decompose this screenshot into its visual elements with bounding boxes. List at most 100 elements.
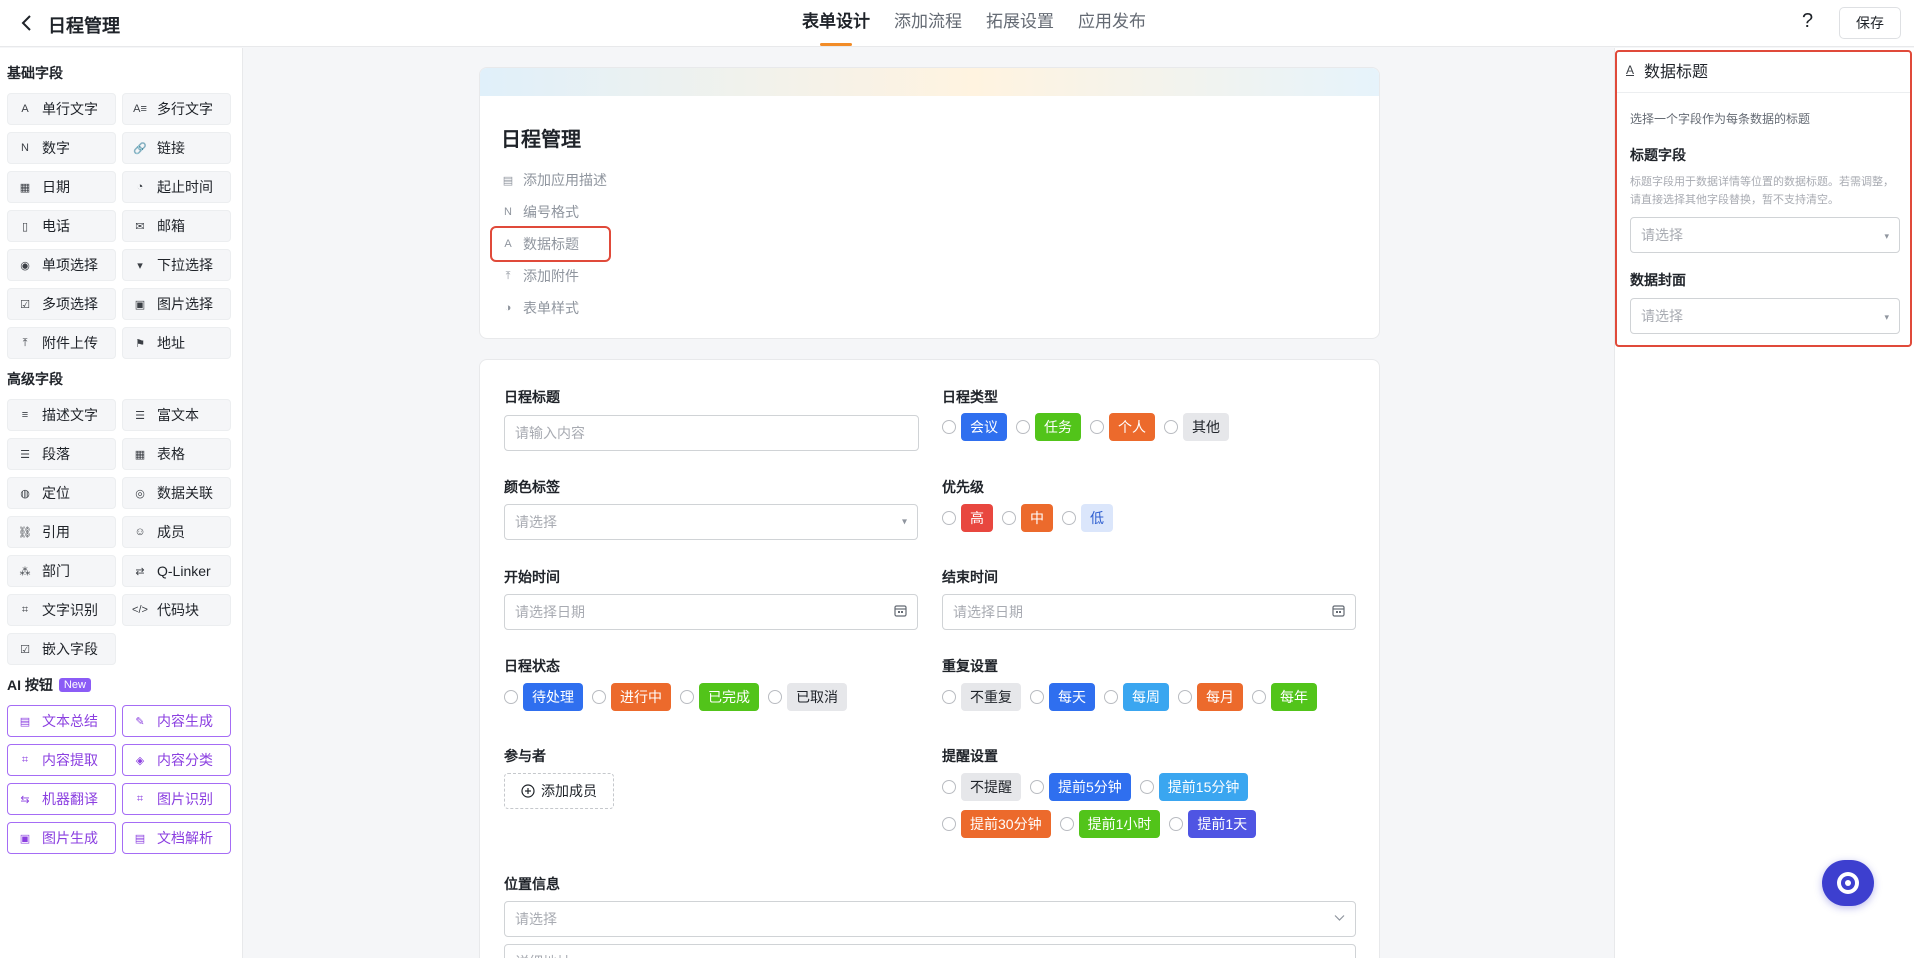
field-item[interactable]: ☰ 段落 — [7, 438, 116, 470]
option-tag[interactable]: 高 — [961, 504, 993, 532]
radio-button[interactable] — [1030, 690, 1044, 704]
option-tag[interactable]: 提前1小时 — [1078, 810, 1161, 838]
field-item[interactable]: ▤ 文档解析 — [122, 822, 231, 854]
back-button[interactable] — [16, 12, 38, 34]
radio-button[interactable] — [1164, 420, 1178, 434]
form-option[interactable]: N 编号格式 — [501, 196, 616, 228]
form-option[interactable]: ◑ 表单样式 — [501, 292, 616, 324]
tab-form-design[interactable]: 表单设计 — [790, 0, 882, 47]
option-tag[interactable]: 每天 — [1049, 683, 1095, 711]
field-item[interactable]: ⁂ 部门 — [7, 555, 116, 587]
save-button[interactable]: 保存 — [1839, 7, 1901, 39]
radio-button[interactable] — [1252, 690, 1266, 704]
radio-button[interactable] — [942, 511, 956, 525]
form-option[interactable]: A 数据标题 — [490, 226, 611, 262]
field-item[interactable]: ▦ 日期 — [7, 171, 116, 203]
option-tag[interactable]: 个人 — [1109, 413, 1155, 441]
end-time-picker[interactable]: 请选择日期 — [942, 594, 1356, 630]
field-item[interactable]: ☑ 嵌入字段 — [7, 633, 116, 665]
field-item[interactable]: ⌗ 内容提取 — [7, 744, 116, 776]
location-detail-input[interactable]: 详细地址 — [504, 944, 1356, 958]
field-item[interactable]: ▣ 图片生成 — [7, 822, 116, 854]
option-tag[interactable]: 会议 — [961, 413, 1007, 441]
tab-app-publish[interactable]: 应用发布 — [1066, 0, 1158, 47]
option-tag[interactable]: 每月 — [1197, 683, 1243, 711]
form-option[interactable]: ⤒ 添加附件 — [501, 260, 616, 292]
field-item[interactable]: ▾ 下拉选择 — [122, 249, 231, 281]
field-item[interactable]: ✉ 邮箱 — [122, 210, 231, 242]
field-item[interactable]: ✎ 内容生成 — [122, 705, 231, 737]
field-item[interactable]: A≡ 多行文字 — [122, 93, 231, 125]
radio-button[interactable] — [942, 420, 956, 434]
field-item[interactable]: ⛓ 引用 — [7, 516, 116, 548]
option-tag[interactable]: 待处理 — [523, 683, 583, 711]
radio-button[interactable] — [1104, 690, 1118, 704]
field-item[interactable]: ≡ 描述文字 — [7, 399, 116, 431]
field-item[interactable]: ⌗ 图片识别 — [122, 783, 231, 815]
radio-button[interactable] — [1002, 511, 1016, 525]
option-tag[interactable]: 已完成 — [699, 683, 759, 711]
add-member-button[interactable]: 添加成员 — [504, 773, 614, 809]
option-tag[interactable]: 提前15分钟 — [1158, 773, 1249, 801]
field-item[interactable]: ⇄ Q-Linker — [122, 555, 231, 587]
option-tag[interactable]: 提前5分钟 — [1049, 773, 1131, 801]
color-tag-select[interactable]: 请选择 ▾ — [504, 504, 918, 540]
radio-button[interactable] — [592, 690, 606, 704]
field-item[interactable]: ◈ 内容分类 — [122, 744, 231, 776]
field-item[interactable]: ▦ 表格 — [122, 438, 231, 470]
radio-button[interactable] — [942, 817, 956, 831]
field-item[interactable]: ⚑ 地址 — [122, 327, 231, 359]
option-tag[interactable]: 进行中 — [611, 683, 671, 711]
field-item[interactable]: ⇆ 机器翻译 — [7, 783, 116, 815]
cover-select[interactable]: 请选择 ▾ — [1630, 298, 1900, 334]
radio-button[interactable] — [1016, 420, 1030, 434]
field-item[interactable]: ▣ 图片选择 — [122, 288, 231, 320]
radio-button[interactable] — [1090, 420, 1104, 434]
schedule-title-input[interactable]: 请输入内容 — [504, 415, 919, 451]
option-tag[interactable]: 中 — [1021, 504, 1053, 532]
radio-button[interactable] — [768, 690, 782, 704]
option-tag[interactable]: 每周 — [1123, 683, 1169, 711]
radio-button[interactable] — [680, 690, 694, 704]
radio-button[interactable] — [942, 690, 956, 704]
field-item[interactable]: ◔ 起止时间 — [122, 171, 231, 203]
field-item[interactable]: ◍ 定位 — [7, 477, 116, 509]
field-item[interactable]: ⌗ 文字识别 — [7, 594, 116, 626]
radio-button[interactable] — [1059, 817, 1074, 831]
option-tag[interactable]: 不提醒 — [961, 773, 1021, 801]
field-item[interactable]: ☺ 成员 — [122, 516, 231, 548]
field-item[interactable]: N 数字 — [7, 132, 116, 164]
option-tag[interactable]: 每年 — [1271, 683, 1317, 711]
field-item[interactable]: 🔗 链接 — [122, 132, 231, 164]
radio-button[interactable] — [504, 690, 518, 704]
option-tag[interactable]: 不重复 — [961, 683, 1021, 711]
field-item[interactable]: ◉ 单项选择 — [7, 249, 116, 281]
radio-button[interactable] — [1139, 780, 1154, 794]
radio-button[interactable] — [1062, 511, 1076, 525]
option-tag[interactable]: 低 — [1081, 504, 1113, 532]
location-select[interactable]: 请选择 — [504, 901, 1356, 937]
radio-button[interactable] — [1169, 817, 1184, 831]
form-title[interactable]: 日程管理 — [501, 123, 581, 152]
field-item[interactable]: ▤ 文本总结 — [7, 705, 116, 737]
form-option[interactable]: ▤ 添加应用描述 — [501, 164, 616, 196]
field-item[interactable]: ☑ 多项选择 — [7, 288, 116, 320]
tab-add-flow[interactable]: 添加流程 — [882, 0, 974, 47]
field-item[interactable]: ☰ 富文本 — [122, 399, 231, 431]
option-tag[interactable]: 提前1天 — [1188, 810, 1257, 838]
field-item[interactable]: ▯ 电话 — [7, 210, 116, 242]
tab-extension-settings[interactable]: 拓展设置 — [974, 0, 1066, 47]
radio-button[interactable] — [1178, 690, 1192, 704]
field-item[interactable]: A 单行文字 — [7, 93, 116, 125]
title-field-select[interactable]: 请选择 ▾ — [1630, 217, 1900, 253]
option-tag[interactable]: 其他 — [1183, 413, 1229, 441]
start-time-picker[interactable]: 请选择日期 — [504, 594, 918, 630]
help-icon[interactable]: ? — [1802, 10, 1813, 33]
option-tag[interactable]: 任务 — [1035, 413, 1081, 441]
assistant-float-button[interactable] — [1822, 860, 1874, 906]
field-item[interactable]: ◎ 数据关联 — [122, 477, 231, 509]
option-tag[interactable]: 已取消 — [787, 683, 847, 711]
field-item[interactable]: ⤒ 附件上传 — [7, 327, 116, 359]
field-item[interactable]: </> 代码块 — [122, 594, 231, 626]
option-tag[interactable]: 提前30分钟 — [961, 810, 1051, 838]
